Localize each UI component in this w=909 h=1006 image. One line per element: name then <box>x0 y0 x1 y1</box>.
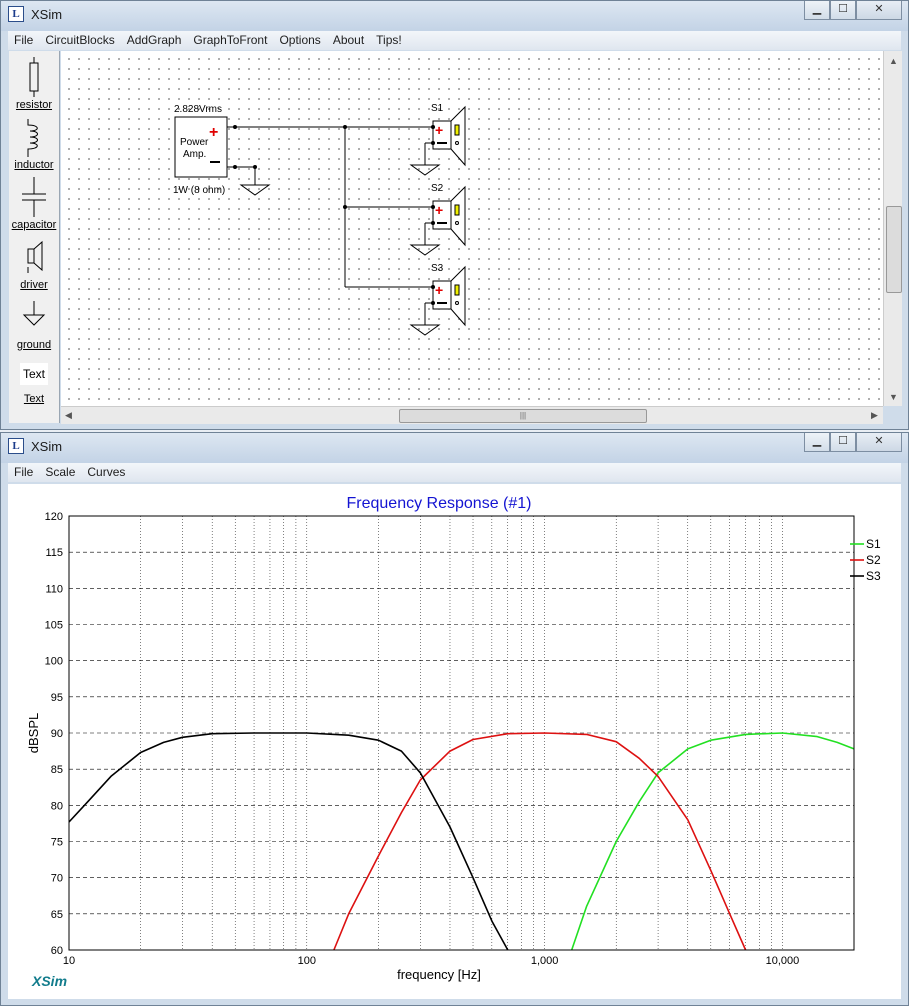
title-bar[interactable]: L XSim ▁ ☐ ✕ <box>1 433 908 463</box>
amp-label-2: Amp. <box>183 149 206 160</box>
maximize-button[interactable]: ☐ <box>830 1 856 20</box>
y-tick-label: 65 <box>51 909 63 921</box>
y-tick-label: 105 <box>45 620 63 632</box>
tool-ground[interactable]: ground <box>9 299 59 351</box>
schematic: 2.828Vrms Power Amp. + 1W (8 ohm) S1 + S… <box>173 103 466 336</box>
menu-tips[interactable]: Tips! <box>370 31 408 47</box>
resistor-icon <box>29 57 39 97</box>
tool-text[interactable]: Text Text <box>9 363 59 405</box>
tool-inductor[interactable]: inductor <box>9 117 59 171</box>
scroll-down-icon[interactable]: ▼ <box>889 392 898 402</box>
title-bar[interactable]: L XSim ▁ ☐ ✕ <box>1 1 908 31</box>
minimize-button[interactable]: ▁ <box>804 433 830 452</box>
y-tick-label: 90 <box>51 728 63 740</box>
tool-label: resistor <box>15 99 53 111</box>
window-title: XSim <box>31 439 63 454</box>
window-title: XSim <box>31 7 63 22</box>
y-tick-label: 80 <box>51 800 63 812</box>
svg-text:+: + <box>435 282 443 298</box>
menu-addgraph[interactable]: AddGraph <box>121 31 188 47</box>
menu-bar: File Scale Curves <box>8 463 901 482</box>
legend-label: S2 <box>866 553 881 567</box>
menu-options[interactable]: Options <box>273 31 326 47</box>
driver-label: S3 <box>431 263 444 274</box>
chart-title: Frequency Response (#1) <box>347 495 532 512</box>
app-icon: L <box>8 438 24 454</box>
inductor-icon <box>27 119 38 157</box>
horizontal-scrollbar[interactable]: ◀ ||| ▶ <box>61 406 883 424</box>
x-tick-label: 1,000 <box>531 955 559 967</box>
y-tick-label: 85 <box>51 764 63 776</box>
app-icon: L <box>8 6 24 22</box>
legend-label: S1 <box>866 537 881 551</box>
scroll-right-icon[interactable]: ▶ <box>871 410 878 421</box>
grid <box>69 516 854 950</box>
svg-text:+: + <box>435 202 443 218</box>
tool-label: Text <box>23 393 45 405</box>
close-button[interactable]: ✕ <box>856 433 902 452</box>
menu-curves[interactable]: Curves <box>81 463 131 479</box>
y-tick-label: 120 <box>45 511 63 523</box>
x-tick-label: 10 <box>63 955 75 967</box>
menu-file[interactable]: File <box>8 31 39 47</box>
plus-icon: + <box>209 124 218 141</box>
x-tick-label: 10,000 <box>766 955 800 967</box>
scroll-up-icon[interactable]: ▲ <box>889 56 898 66</box>
y-tick-label: 70 <box>51 873 63 885</box>
vertical-scrollbar[interactable]: ▲ ▼ <box>883 51 902 406</box>
amp-voltage: 2.828Vrms <box>174 104 222 115</box>
driver-s1[interactable]: S1 + <box>409 103 466 176</box>
legend-label: S3 <box>866 569 881 583</box>
component-toolbox: resistor inductor capacitor driver groun… <box>9 51 60 423</box>
driver-label: S1 <box>431 103 444 114</box>
xsim-brand: XSim <box>31 973 67 989</box>
driver-s3[interactable]: S3 + <box>409 263 466 336</box>
y-axis-label: dBSPL <box>26 713 41 753</box>
circuit-canvas[interactable]: 2.828Vrms Power Amp. + 1W (8 ohm) S1 + S… <box>61 51 883 406</box>
maximize-button[interactable]: ☐ <box>830 433 856 452</box>
minimize-button[interactable]: ▁ <box>804 1 830 20</box>
y-tick-label: 115 <box>45 547 63 559</box>
legend[interactable]: S1 S2 S3 <box>850 537 881 583</box>
y-tick-label: 100 <box>45 656 63 668</box>
menu-graphtofront[interactable]: GraphToFront <box>187 31 273 47</box>
tool-capacitor[interactable]: capacitor <box>9 177 59 231</box>
amp-label-1: Power <box>180 137 209 148</box>
tool-label: capacitor <box>11 219 57 231</box>
frequency-response-chart[interactable]: Frequency Response (#1) 60 65 70 75 80 85 90 95… <box>8 484 901 999</box>
tool-driver[interactable]: driver <box>9 239 59 291</box>
tool-resistor[interactable]: resistor <box>9 57 59 111</box>
driver-label: S2 <box>431 183 444 194</box>
close-button[interactable]: ✕ <box>856 1 902 20</box>
ground-icon <box>22 301 46 326</box>
menu-file[interactable]: File <box>8 463 39 479</box>
speaker-icon <box>27 240 43 273</box>
x-tick-label: 100 <box>298 955 316 967</box>
graph-area: Frequency Response (#1) 60 65 70 75 80 85 90 95… <box>8 484 901 999</box>
vertical-scroll-thumb[interactable] <box>886 206 902 293</box>
horizontal-scroll-thumb[interactable]: ||| <box>399 409 647 423</box>
circuit-window: L XSim ▁ ☐ ✕ File CircuitBlocks AddGraph Gr… <box>0 0 909 430</box>
tool-label: inductor <box>14 159 54 171</box>
y-tick-label: 110 <box>45 583 63 595</box>
text-tool-preview: Text <box>20 363 48 385</box>
y-tick-label: 75 <box>51 837 63 849</box>
scroll-left-icon[interactable]: ◀ <box>65 410 72 421</box>
tool-label: driver <box>20 279 48 291</box>
menu-bar: File CircuitBlocks AddGraph GraphToFront Opt… <box>8 31 901 50</box>
amp-power: 1W (8 ohm) <box>173 185 225 196</box>
capacitor-icon <box>22 177 46 217</box>
menu-about[interactable]: About <box>327 31 370 47</box>
tool-label: ground <box>16 339 52 351</box>
y-tick-label: 95 <box>51 692 63 704</box>
svg-text:+: + <box>435 122 443 138</box>
driver-s2[interactable]: S2 + <box>409 183 466 256</box>
y-tick-label: 60 <box>51 945 63 957</box>
menu-scale[interactable]: Scale <box>39 463 81 479</box>
x-axis-label: frequency [Hz] <box>397 967 481 982</box>
menu-circuitblocks[interactable]: CircuitBlocks <box>39 31 120 47</box>
